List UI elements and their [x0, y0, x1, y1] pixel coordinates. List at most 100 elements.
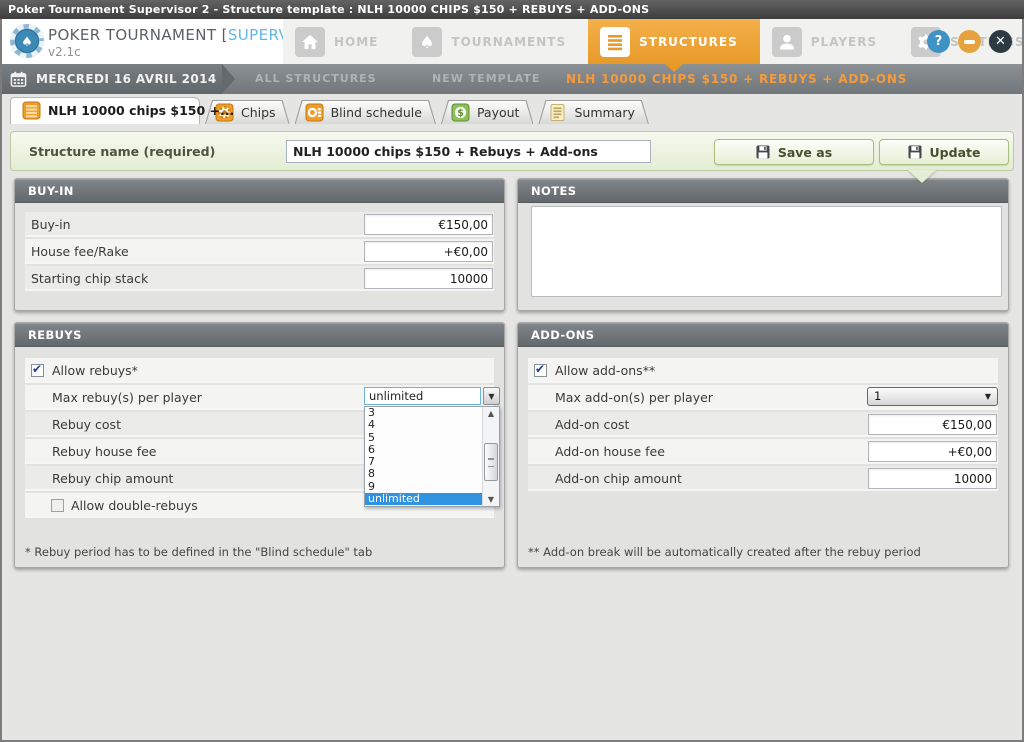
help-button[interactable]: ? — [927, 30, 950, 53]
structure-name-label: Structure name (required) — [29, 132, 215, 172]
addon-house-fee-input[interactable] — [868, 441, 997, 462]
table-row: Add-on chip amount — [528, 466, 998, 491]
buyin-amount-input[interactable] — [364, 214, 493, 235]
house-fee-input[interactable] — [364, 241, 493, 262]
addons-footnote: ** Add-on break will be automatically cr… — [528, 545, 921, 559]
tab-payout[interactable]: $ Payout — [441, 100, 534, 124]
table-row: Buy-in — [25, 212, 494, 237]
calendar-icon — [10, 71, 27, 88]
svg-text:♠: ♠ — [420, 33, 435, 52]
table-row: Allow rebuys* — [25, 358, 494, 383]
row-label: Max rebuy(s) per player — [52, 385, 202, 410]
header: ♠ POKER TOURNAMENT [SUPERVISOR]2 v2.1c H… — [0, 19, 1024, 64]
update-label: Update — [930, 145, 981, 160]
row-label: Allow rebuys* — [52, 358, 138, 383]
nav-home[interactable]: HOME — [283, 19, 400, 64]
scrollbar-thumb[interactable] — [484, 443, 498, 481]
nav-structures[interactable]: STRUCTURES — [588, 19, 760, 64]
breadcrumb-new-template[interactable]: NEW TEMPLATE — [432, 64, 540, 94]
question-mark-icon: ? — [935, 34, 943, 49]
max-rebuys-value: unlimited — [369, 389, 423, 403]
row-label: Starting chip stack — [31, 266, 148, 291]
breadcrumb-all-structures[interactable]: ALL STRUCTURES — [255, 64, 377, 94]
app-version: v2.1c — [48, 45, 81, 59]
notes-textarea[interactable] — [531, 206, 1002, 297]
tab-summary[interactable]: Summary — [538, 100, 648, 124]
tab-structure-main[interactable]: NLH 10000 chips $150 +... — [10, 97, 200, 124]
dropdown-option[interactable]: 7 — [365, 456, 482, 468]
scroll-down-icon[interactable]: ▼ — [483, 495, 499, 504]
row-label: Add-on cost — [555, 412, 629, 437]
tab-blind-schedule[interactable]: Blind schedule — [295, 100, 436, 124]
dropdown-scrollbar[interactable]: ▲ ▼ — [482, 407, 499, 506]
addon-cost-input[interactable] — [868, 414, 997, 435]
dropdown-option[interactable]: 9 — [365, 481, 482, 493]
row-label: Rebuy cost — [52, 412, 121, 437]
save-as-button[interactable]: Save as — [714, 139, 874, 165]
starting-stack-input[interactable] — [364, 268, 493, 289]
spade-icon: ♠ — [412, 27, 442, 57]
row-label: Rebuy house fee — [52, 439, 157, 464]
dropdown-option[interactable]: 3 — [365, 407, 482, 419]
row-label: Max add-on(s) per player — [555, 385, 713, 410]
buyin-panel: BUY-IN Buy-in House fee/Rake Starting ch… — [14, 178, 505, 311]
rebuys-panel: REBUYS Allow rebuys* Max rebuy(s) per pl… — [14, 322, 505, 568]
allow-double-rebuys-checkbox[interactable] — [51, 499, 64, 512]
max-addons-select[interactable]: 1 ▼ — [867, 387, 998, 406]
save-as-label: Save as — [778, 145, 832, 160]
row-label: House fee/Rake — [31, 239, 129, 264]
nav-players[interactable]: PLAYERS — [760, 19, 899, 64]
tab-label: Summary — [574, 105, 634, 120]
svg-text:♠: ♠ — [21, 35, 33, 50]
scroll-up-icon[interactable]: ▲ — [483, 409, 499, 418]
max-rebuys-dropdown-list: 3 4 5 6 7 8 9 unlimited ▲ ▼ — [364, 406, 500, 507]
notes-panel: NOTES — [517, 178, 1009, 311]
svg-text:$: $ — [457, 108, 464, 119]
buyin-panel-title: BUY-IN — [15, 179, 504, 203]
structure-tab-icon — [22, 101, 41, 120]
tab-label: Blind schedule — [331, 105, 422, 120]
update-pointer — [908, 170, 936, 183]
dropdown-option[interactable]: 4 — [365, 419, 482, 431]
table-row: Add-on house fee — [528, 439, 998, 464]
nav-label-home: HOME — [334, 35, 378, 49]
title-bar: Poker Tournament Supervisor 2 - Structur… — [0, 0, 1024, 19]
allow-rebuys-checkbox[interactable] — [31, 364, 44, 377]
nav-tournaments[interactable]: ♠ TOURNAMENTS — [400, 19, 588, 64]
dropdown-option[interactable]: 8 — [365, 468, 482, 480]
dropdown-option[interactable]: 6 — [365, 444, 482, 456]
minimize-button[interactable] — [958, 30, 981, 53]
window-edge — [0, 19, 2, 742]
allow-addons-checkbox[interactable] — [534, 364, 547, 377]
main-nav: HOME ♠ TOURNAMENTS STRUCTURES — [283, 19, 1024, 64]
table-row: Add-on cost — [528, 412, 998, 437]
addon-chip-amount-input[interactable] — [868, 468, 997, 489]
structure-name-input[interactable] — [286, 140, 651, 163]
row-label: Allow double-rebuys — [71, 493, 198, 518]
rebuys-footnote: * Rebuy period has to be defined in the … — [25, 545, 372, 559]
close-button[interactable]: ✕ — [989, 30, 1012, 53]
structures-list-icon — [600, 27, 630, 57]
breadcrumb-date-label: MERCREDI 16 AVRIL 2014 — [36, 72, 217, 86]
tab-label: NLH 10000 chips $150 +... — [48, 103, 234, 118]
chevron-down-icon: ▼ — [985, 388, 991, 405]
blind-schedule-icon — [305, 103, 324, 122]
app-window: Poker Tournament Supervisor 2 - Structur… — [0, 0, 1024, 742]
floppy-disk-icon — [756, 145, 770, 159]
nav-label-tournaments: TOURNAMENTS — [451, 35, 566, 49]
table-row: Allow add-ons** — [528, 358, 998, 383]
breadcrumb-date[interactable]: MERCREDI 16 AVRIL 2014 — [0, 64, 222, 94]
window-buttons: ? ✕ — [927, 30, 1012, 53]
update-button[interactable]: Update — [879, 139, 1009, 165]
row-label: Rebuy chip amount — [52, 466, 173, 491]
dropdown-option[interactable]: unlimited — [365, 493, 482, 505]
max-addons-value: 1 — [874, 389, 881, 403]
structure-name-bar: Structure name (required) Save as Update — [10, 131, 1014, 171]
dropdown-option[interactable]: 5 — [365, 432, 482, 444]
payout-dollar-icon: $ — [451, 103, 470, 122]
combo-dropdown-button[interactable]: ▼ — [483, 387, 500, 405]
max-rebuys-select[interactable]: unlimited — [364, 387, 481, 405]
row-label: Add-on house fee — [555, 439, 665, 464]
nav-label-structures: STRUCTURES — [639, 35, 738, 49]
rebuys-panel-title: REBUYS — [15, 323, 504, 347]
